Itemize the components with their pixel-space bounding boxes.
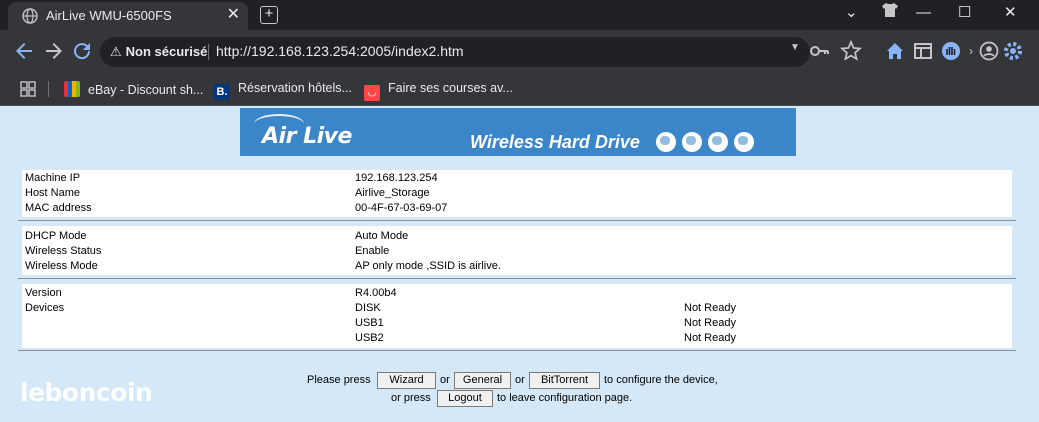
security-label: Non sécurisé (125, 44, 208, 59)
section-divider (18, 278, 1016, 279)
wireless-info-table: DHCP Mode Auto Mode Wireless Status Enab… (22, 226, 1012, 275)
network-info-table: Machine IP 192.168.123.254 Host Name Air… (22, 170, 1012, 217)
page-content: Air Live Wireless Hard Drive Machine IP … (0, 106, 1039, 422)
wireless-status-label: Wireless Status (25, 245, 102, 257)
dropdown-caret-icon[interactable]: ▼ (790, 42, 800, 53)
globe-icon (682, 132, 702, 152)
banner-tagline: Wireless Hard Drive (470, 132, 640, 152)
device-status-usb1: Not Ready (684, 317, 736, 329)
system-info-table: Version R4.00b4 Devices DISK Not Ready U… (22, 284, 1012, 348)
section-divider (18, 220, 1016, 221)
booking-icon: B. (214, 84, 230, 100)
key-icon[interactable] (808, 40, 830, 62)
bookmark-label: eBay - Discount sh... (88, 83, 204, 97)
omnibox-divider (208, 44, 209, 60)
device-status-usb2: Not Ready (684, 332, 736, 344)
back-icon[interactable] (12, 39, 36, 63)
device-name-disk: DISK (355, 302, 381, 314)
globe-icon (708, 132, 728, 152)
wireless-mode-label: Wireless Mode (25, 260, 98, 272)
minimize-icon[interactable]: — (916, 3, 931, 23)
wireless-mode-value: AP only mode ,SSID is airlive. (355, 260, 501, 272)
reader-icon[interactable] (912, 40, 934, 62)
forward-icon[interactable] (42, 39, 66, 63)
version-label: Version (25, 287, 62, 299)
apps-grid-icon[interactable] (20, 81, 36, 97)
machine-ip-label: Machine IP (25, 172, 81, 184)
browser-toolbar: ⚠ Non sécurisé http://192.168.123.254:200… (0, 30, 1039, 72)
device-status-disk: Not Ready (684, 302, 736, 314)
or-text: or (440, 374, 450, 386)
bookmarks-divider (48, 81, 49, 97)
version-value: R4.00b4 (355, 287, 397, 299)
wireless-status-value: Enable (355, 245, 390, 257)
leboncoin-watermark: leboncoin (20, 378, 153, 407)
shirt-icon[interactable] (880, 2, 900, 18)
url-text[interactable]: http://192.168.123.254:2005/index2.htm (216, 43, 464, 59)
tab-title: AirLive WMU-6500FS (46, 8, 172, 23)
mac-address-label: MAC address (25, 202, 92, 214)
bookmarks-bar: eBay - Discount sh... B. Réservation hôte… (0, 72, 1039, 106)
machine-ip-value: 192.168.123.254 (355, 172, 438, 184)
device-name-usb1: USB1 (355, 317, 384, 329)
chevron-right-icon[interactable]: › (966, 40, 976, 62)
please-press-text: Please press (307, 374, 371, 386)
reload-icon[interactable] (70, 39, 94, 63)
bookmark-label: Réservation hôtels... (238, 81, 352, 95)
airlive-logo: Air Live (262, 124, 352, 149)
account-icon[interactable] (978, 40, 1000, 62)
security-indicator[interactable]: ⚠ Non sécurisé (110, 44, 207, 60)
tab-search-chevron-icon[interactable]: ⌄ (845, 3, 858, 23)
configure-text: to configure the device, (604, 374, 718, 386)
device-name-usb2: USB2 (355, 332, 384, 344)
dhcp-mode-value: Auto Mode (355, 230, 409, 242)
section-divider (18, 350, 1016, 351)
ebay-icon (64, 81, 80, 97)
logout-button[interactable]: Logout (437, 390, 493, 407)
leave-text: to leave configuration page. (497, 392, 633, 404)
wizard-button[interactable]: Wizard (377, 372, 436, 389)
bookmark-label: Faire ses courses av... (388, 81, 513, 95)
settings-icon[interactable] (1002, 40, 1024, 62)
close-tab-icon[interactable]: ✕ (227, 5, 240, 25)
host-name-label: Host Name (25, 187, 81, 199)
or-text: or (515, 374, 525, 386)
bookmark-booking[interactable]: B. Réservation hôtels... (214, 81, 352, 100)
dhcp-mode-label: DHCP Mode (25, 230, 87, 242)
address-bar[interactable]: ⚠ Non sécurisé http://192.168.123.254:200… (100, 37, 810, 67)
star-icon[interactable] (840, 40, 862, 62)
maximize-icon[interactable]: ☐ (958, 3, 971, 23)
close-window-icon[interactable]: ✕ (1004, 3, 1017, 23)
bookmark-ebay[interactable]: eBay - Discount sh... (64, 81, 203, 97)
globe-icon (22, 8, 38, 24)
or-press-text: or press (391, 392, 431, 404)
extension-icon[interactable] (940, 40, 962, 62)
airlive-banner: Air Live Wireless Hard Drive (240, 108, 796, 156)
globe-icon (656, 132, 676, 152)
tab-strip: AirLive WMU-6500FS ✕ + ⌄ — ☐ ✕ (0, 0, 1039, 30)
bittorrent-button[interactable]: BitTorrent (529, 372, 600, 389)
active-tab[interactable]: AirLive WMU-6500FS ✕ (8, 2, 248, 30)
bookmark-aliexpress[interactable]: ◡ Faire ses courses av... (364, 81, 513, 101)
aliexpress-icon: ◡ (364, 85, 380, 101)
host-name-value: Airlive_Storage (355, 187, 430, 199)
general-button[interactable]: General (454, 372, 511, 389)
globe-icon (734, 132, 754, 152)
devices-label: Devices (25, 302, 65, 314)
warning-icon: ⚠ (110, 44, 122, 59)
home-icon[interactable] (884, 40, 906, 62)
mac-address-value: 00-4F-67-03-69-07 (355, 202, 448, 214)
new-tab-button[interactable]: + (260, 6, 278, 24)
